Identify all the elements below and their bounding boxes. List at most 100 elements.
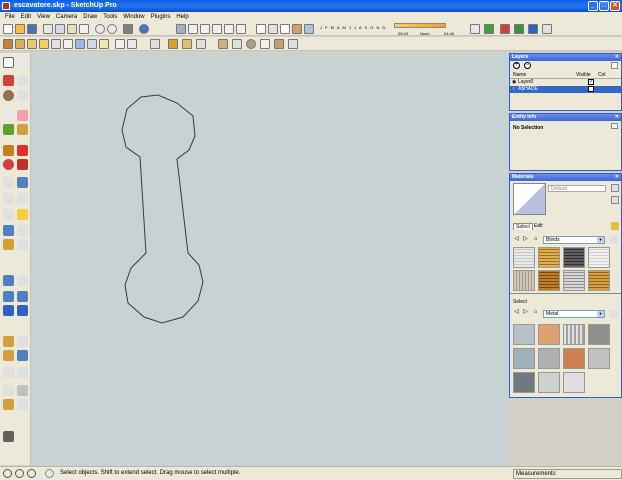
scale-icon[interactable] [63,39,73,49]
measurements-box[interactable]: Measurements [513,469,622,479]
material-swatch[interactable] [538,270,560,291]
xray-icon[interactable] [256,24,266,34]
photo-texture-icon[interactable] [3,431,14,442]
component-icon[interactable] [168,39,178,49]
tab-edit[interactable]: Edit [532,223,545,229]
undo-icon[interactable] [95,24,105,34]
chevron-down-icon[interactable]: ▼ [597,311,604,317]
menu-window[interactable]: Window [120,12,147,22]
minimize-button[interactable]: _ [588,1,598,11]
material-swatch[interactable] [563,348,585,369]
shaded-textures-icon[interactable] [304,24,314,34]
move-tool-icon[interactable] [3,145,14,156]
paste-icon[interactable] [67,24,77,34]
text-icon[interactable] [127,39,137,49]
walk-icon[interactable] [3,336,14,347]
position-camera-icon[interactable] [3,305,14,316]
layout-icon[interactable] [542,24,552,34]
menu-help[interactable]: Help [173,12,191,22]
freehand-tool-icon[interactable] [17,75,28,86]
close-panel-icon[interactable]: ✕ [615,174,619,181]
chevron-down-icon[interactable]: ▼ [597,237,604,243]
followme-icon[interactable] [51,39,61,49]
open-folder-icon[interactable] [15,24,25,34]
menu-edit[interactable]: Edit [18,12,34,22]
material-swatch[interactable] [538,324,560,345]
terrain-icon[interactable] [17,399,28,410]
zoom-window-icon[interactable] [17,275,28,286]
pushpull-tool-icon[interactable] [17,124,28,135]
shaded-icon[interactable] [292,24,302,34]
material-swatch[interactable] [538,348,560,369]
material-swatch[interactable] [513,247,535,268]
group-icon[interactable] [182,39,192,49]
remove-layer-icon[interactable]: − [524,62,531,69]
material-swatch[interactable] [588,348,610,369]
offset-tool-icon[interactable] [3,177,14,188]
sandbox-contours-icon[interactable] [17,336,28,347]
forward-arrow-icon[interactable]: ▷ [522,309,529,316]
forward-arrow-icon[interactable]: ▷ [522,236,529,243]
copy-icon[interactable] [55,24,65,34]
explode-icon[interactable] [196,39,206,49]
add-detail-icon[interactable] [17,385,28,396]
layer-visible-checkbox[interactable]: ✓ [588,79,594,85]
orbit-icon[interactable] [3,239,14,250]
material-name-field[interactable]: Default [548,185,606,192]
back-arrow-icon[interactable]: ◁ [513,236,520,243]
line-icon[interactable] [232,39,242,49]
create-material-icon[interactable] [611,184,619,192]
material-swatch[interactable] [563,372,585,393]
protractor-icon[interactable] [99,39,109,49]
paint-bucket-icon[interactable] [3,39,13,49]
home-icon[interactable]: ⌂ [532,236,539,243]
make-component-icon[interactable] [17,57,28,68]
menu-tools[interactable]: Tools [100,12,120,22]
export-icon[interactable] [484,24,494,34]
material-swatch[interactable] [588,247,610,268]
iso-view-icon[interactable] [176,24,186,34]
save-icon[interactable] [27,24,37,34]
entity-details-icon[interactable] [611,123,618,129]
pan-icon[interactable] [17,239,28,250]
delete-red-icon[interactable] [500,24,510,34]
details-arrow-icon[interactable] [610,236,618,244]
material-library-select[interactable]: Blinds ▼ [543,236,605,244]
top-view-icon[interactable] [188,24,198,34]
material-swatch[interactable] [538,247,560,268]
close-button[interactable]: ✕ [610,1,620,11]
home-icon[interactable]: ⌂ [532,309,539,316]
close-panel-icon[interactable]: ✕ [615,114,619,121]
tape-icon[interactable] [87,39,97,49]
layer-row[interactable]: ○ A$HADE [510,86,621,93]
move-icon[interactable] [15,39,25,49]
protractor-tool-icon[interactable] [17,193,28,204]
rotate-tool-icon[interactable] [3,159,14,170]
rectangle-tool-icon[interactable] [3,110,14,121]
axes-tool-icon[interactable] [17,209,28,220]
shadow-months-slider[interactable]: J F M A M J J A S O N D [320,25,386,30]
line-tool-icon[interactable] [3,75,14,86]
material-swatch[interactable] [513,270,535,291]
layer-details-icon[interactable] [611,62,618,69]
flip-edge-icon[interactable] [3,385,14,396]
location-icon[interactable] [3,399,14,410]
section-plane-icon[interactable] [150,39,160,49]
rotate-icon[interactable] [39,39,49,49]
layer-visible-checkbox[interactable] [588,86,594,92]
user-icon[interactable] [27,469,36,478]
right-view-icon[interactable] [212,24,222,34]
circle-icon[interactable] [246,39,256,49]
material-swatch[interactable] [513,348,535,369]
dimension-icon[interactable] [115,39,125,49]
eraser-icon[interactable] [17,110,28,121]
cut-icon[interactable] [43,24,53,34]
shadow-time-slider[interactable] [394,23,446,28]
material-swatch[interactable] [513,324,535,345]
rectangle-icon[interactable] [218,39,228,49]
new-file-icon[interactable] [3,24,13,34]
menu-file[interactable]: File [2,12,18,22]
warehouse-icon[interactable] [528,24,538,34]
material-swatch[interactable] [563,247,585,268]
section-tool-icon[interactable] [17,225,28,236]
